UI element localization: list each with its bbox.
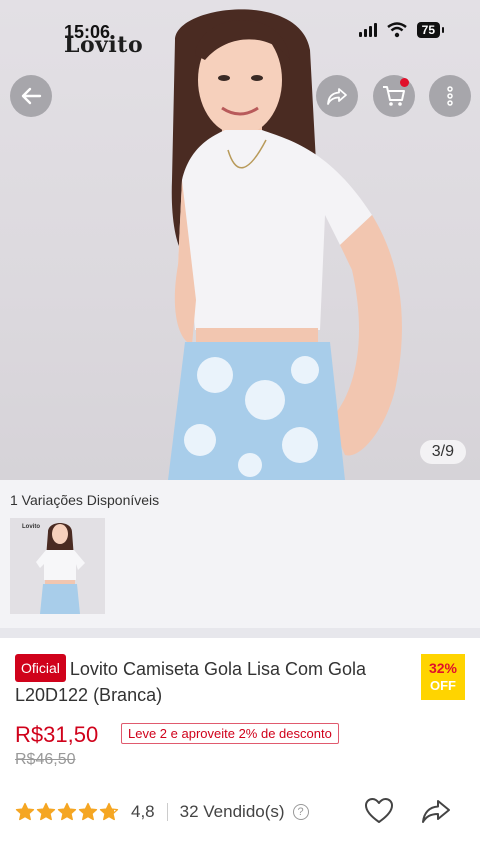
product-title-block: Oficial Lovito Camiseta Gola Lisa Com Gol… bbox=[15, 654, 415, 708]
status-icons: 75 bbox=[358, 22, 445, 38]
star-icon bbox=[99, 802, 119, 821]
cart-button[interactable] bbox=[373, 75, 415, 117]
rating-stars bbox=[15, 802, 119, 822]
product-photo bbox=[168, 9, 402, 480]
favorite-button[interactable] bbox=[364, 796, 394, 831]
promo-banner[interactable]: Leve 2 e aproveite 2% de desconto bbox=[121, 723, 339, 744]
back-arrow-icon bbox=[21, 87, 42, 105]
thumb-brand-logo: Lovito bbox=[22, 524, 40, 530]
more-options-button[interactable] bbox=[429, 75, 471, 117]
discount-off-label: OFF bbox=[430, 678, 456, 693]
variations-title: 1 Variações Disponíveis bbox=[10, 492, 160, 508]
signal-icon bbox=[358, 23, 377, 37]
current-price: R$31,50 bbox=[15, 722, 99, 747]
variation-thumbnail[interactable]: Lovito bbox=[10, 518, 105, 614]
battery-icon: 75 bbox=[416, 22, 445, 38]
image-page-indicator: 3/9 bbox=[419, 440, 466, 464]
help-icon[interactable]: ? bbox=[292, 804, 309, 820]
share-icon bbox=[327, 88, 347, 105]
product-title: Lovito Camiseta Gola Lisa Com Gola L20D1… bbox=[15, 659, 367, 705]
star-icon bbox=[15, 802, 35, 821]
original-price: R$46,50 bbox=[15, 751, 76, 768]
variations-section: 1 Variações Disponíveis Lovito bbox=[0, 480, 480, 628]
back-button[interactable] bbox=[10, 75, 52, 117]
share-product-button[interactable] bbox=[420, 796, 452, 831]
share-icon bbox=[422, 800, 450, 823]
cart-notification-dot bbox=[400, 78, 409, 87]
wifi-icon bbox=[386, 22, 407, 38]
discount-percent: 32% bbox=[428, 660, 458, 676]
variation-photo bbox=[10, 518, 105, 614]
product-image-carousel[interactable]: 15:06 Lovito 75 3/9 bbox=[0, 0, 480, 480]
sold-count: 32 Vendido(s) bbox=[179, 802, 285, 821]
brand-logo: Lovito bbox=[64, 32, 144, 58]
rating-value: 4,8 bbox=[131, 802, 155, 821]
discount-tag: 32% OFF bbox=[421, 654, 465, 700]
official-badge: Oficial bbox=[15, 654, 66, 682]
more-icon bbox=[447, 86, 453, 106]
section-divider bbox=[0, 628, 480, 638]
product-info: Oficial Lovito Camiseta Gola Lisa Com Gol… bbox=[0, 638, 480, 854]
rating-separator bbox=[166, 803, 168, 821]
star-icon bbox=[36, 802, 56, 821]
share-button[interactable] bbox=[316, 75, 358, 117]
rating-row[interactable]: 4,8 32 Vendido(s) ? bbox=[15, 798, 465, 826]
heart-icon bbox=[365, 798, 393, 823]
star-icon bbox=[78, 802, 98, 821]
star-icon bbox=[57, 802, 77, 821]
